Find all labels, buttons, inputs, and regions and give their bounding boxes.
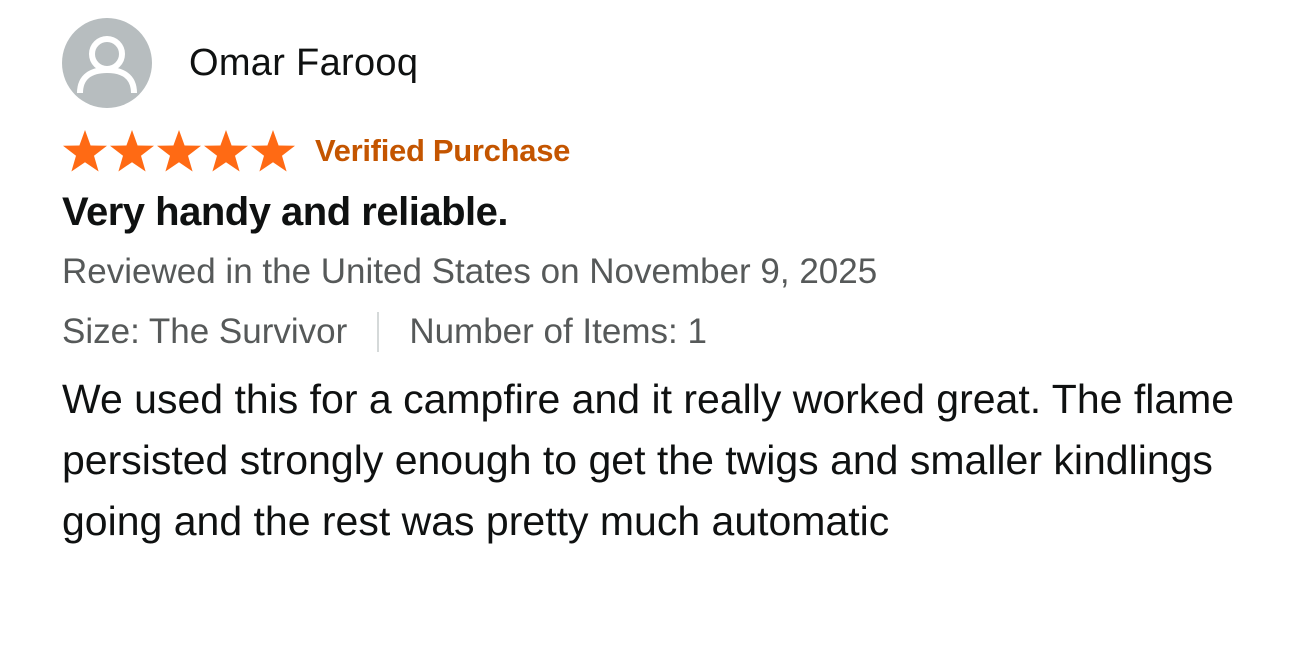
verified-purchase-badge[interactable]: Verified Purchase <box>315 133 570 169</box>
rating-row: Verified Purchase <box>62 130 1262 172</box>
star-rating[interactable] <box>62 129 297 173</box>
review-body: We used this for a campfire and it reall… <box>62 376 1235 544</box>
size-label: Size: The Survivor <box>62 312 348 351</box>
user-silhouette-icon <box>77 36 137 94</box>
items-count-label: Number of Items: 1 <box>409 312 707 351</box>
review-title[interactable]: Very handy and reliable. <box>62 184 1262 240</box>
reviewer-name[interactable]: Omar Farooq <box>189 42 418 85</box>
divider <box>377 312 380 352</box>
reviewer-profile[interactable]: Omar Farooq <box>62 18 1262 108</box>
review-date: Reviewed in the United States on Novembe… <box>62 252 878 291</box>
star-icon <box>63 130 107 172</box>
review-card: Omar Farooq Verified Purchase Very handy… <box>62 18 1262 552</box>
avatar[interactable] <box>62 18 152 108</box>
star-icon <box>204 130 248 172</box>
star-icon <box>251 130 295 172</box>
star-icon <box>110 130 154 172</box>
product-variant-row[interactable]: Size: The Survivor Number of Items: 1 <box>62 308 1262 356</box>
star-icon <box>157 130 201 172</box>
